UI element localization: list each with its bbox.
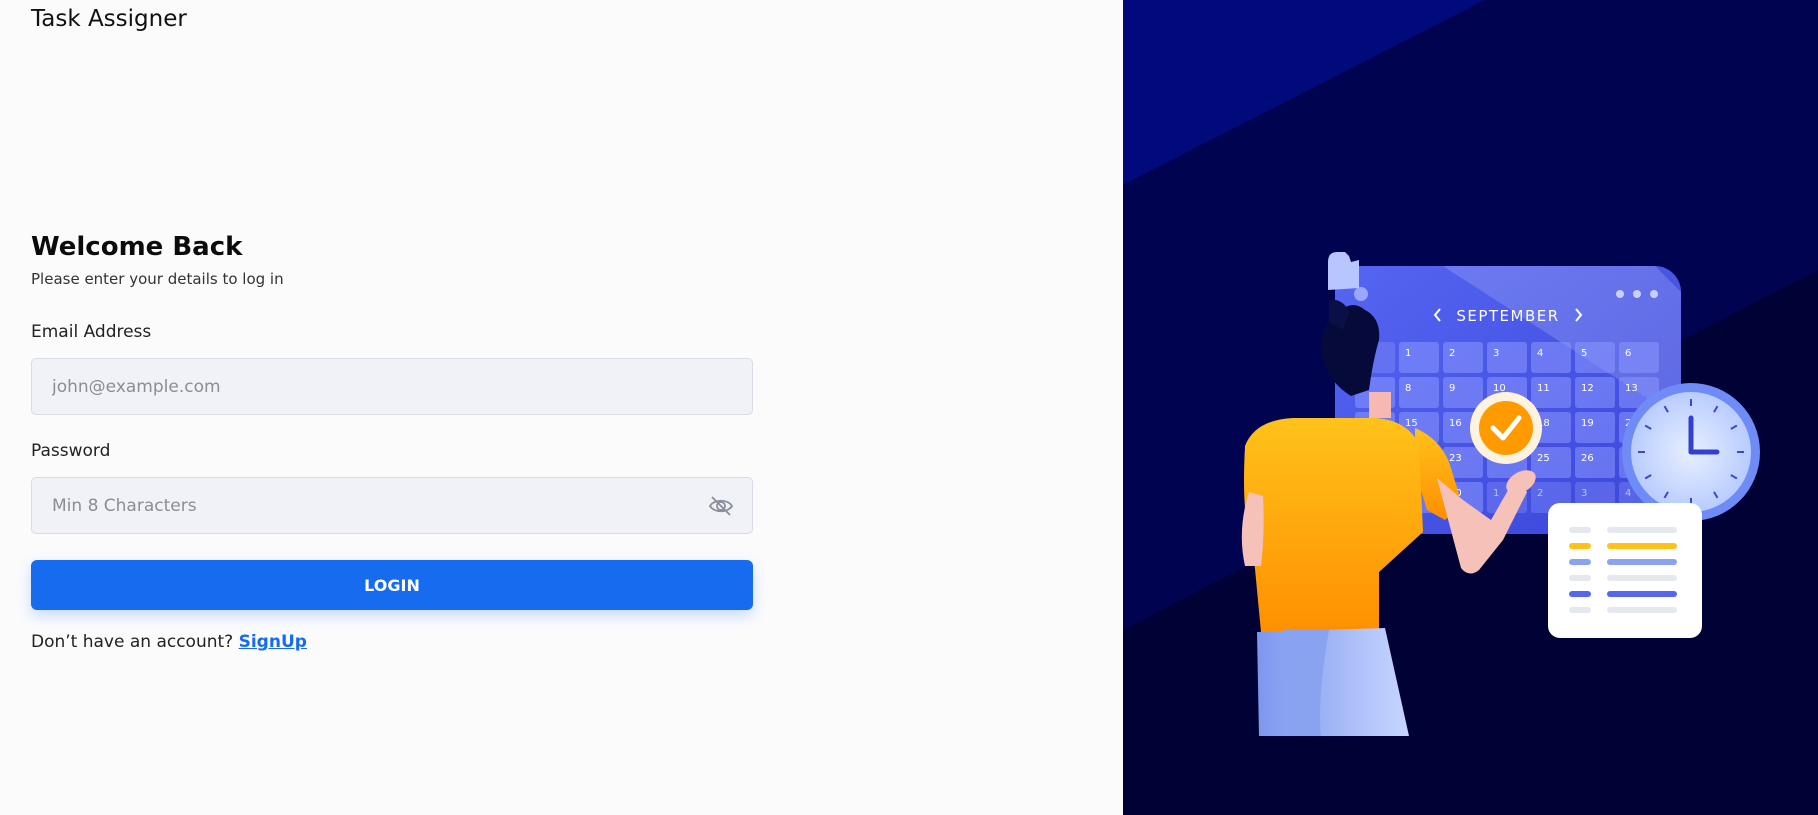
calendar-day-label: 3 (1581, 488, 1587, 499)
note-bullet (1569, 559, 1591, 565)
calendar-day-label: 1 (1493, 488, 1499, 499)
calendar-day-label: 5 (1581, 348, 1587, 359)
illustration-panel: SEPTEMBER 311234567891011121314151617181… (1123, 0, 1818, 815)
note-line (1607, 607, 1677, 613)
calendar-day-label: 9 (1449, 383, 1455, 394)
calendar-day-label: 6 (1625, 348, 1631, 359)
eye-off-icon[interactable] (708, 495, 734, 517)
calendar-day-label: 12 (1581, 383, 1594, 394)
calendar-day-label: 4 (1537, 348, 1543, 359)
task-illustration: SEPTEMBER 311234567891011121314151617181… (1123, 0, 1818, 736)
menu-dot-icon (1616, 290, 1624, 298)
menu-dot-icon (1633, 290, 1641, 298)
email-field-wrapper (31, 358, 753, 415)
calendar-day-label: 2 (1449, 348, 1455, 359)
note-line (1607, 543, 1677, 549)
password-field-wrapper (31, 477, 753, 534)
email-label: Email Address (31, 322, 152, 342)
calendar-day-label: 19 (1581, 418, 1594, 429)
page-title: Welcome Back (31, 232, 243, 262)
calendar-day-label: 26 (1581, 453, 1594, 464)
calendar-day-label: 16 (1449, 418, 1462, 429)
task-note-card (1548, 503, 1702, 638)
signup-prompt: Don’t have an account? (31, 632, 234, 652)
signup-link[interactable]: SignUp (239, 632, 307, 652)
email-input[interactable] (32, 359, 752, 414)
password-label: Password (31, 441, 111, 461)
calendar-day-label: 4 (1625, 488, 1631, 499)
password-input[interactable] (32, 478, 752, 533)
calendar-day-label: 11 (1537, 383, 1550, 394)
calendar-day-label: 3 (1493, 348, 1499, 359)
calendar-day-label: 8 (1405, 383, 1411, 394)
menu-dot-icon (1650, 290, 1658, 298)
note-line (1607, 591, 1677, 597)
page-subtitle: Please enter your details to log in (31, 270, 284, 288)
calendar-day-label: 2 (1537, 488, 1543, 499)
note-line (1607, 575, 1677, 581)
note-bullet (1569, 543, 1591, 549)
calendar-day-label: 13 (1625, 383, 1638, 394)
note-bullet (1569, 527, 1591, 533)
calendar-day-label: 23 (1449, 453, 1462, 464)
note-bullet (1569, 591, 1591, 597)
note-bullet (1569, 607, 1591, 613)
login-form: Welcome Back Please enter your details t… (31, 232, 753, 652)
login-panel: Task Assigner Welcome Back Please enter … (0, 0, 1123, 815)
note-bullet (1569, 575, 1591, 581)
calendar-month: SEPTEMBER (1456, 307, 1559, 325)
check-circle-icon (1479, 401, 1533, 455)
calendar-day-label: 25 (1537, 453, 1550, 464)
calendar-day-label: 1 (1405, 348, 1411, 359)
app-title: Task Assigner (31, 6, 187, 32)
calendar-day-label: 15 (1405, 418, 1418, 429)
note-line (1607, 559, 1677, 565)
note-line (1607, 527, 1677, 533)
calendar-dot-icon (1354, 287, 1368, 301)
signup-row: Don’t have an account? SignUp (31, 632, 753, 652)
login-button[interactable]: LOGIN (31, 560, 753, 610)
